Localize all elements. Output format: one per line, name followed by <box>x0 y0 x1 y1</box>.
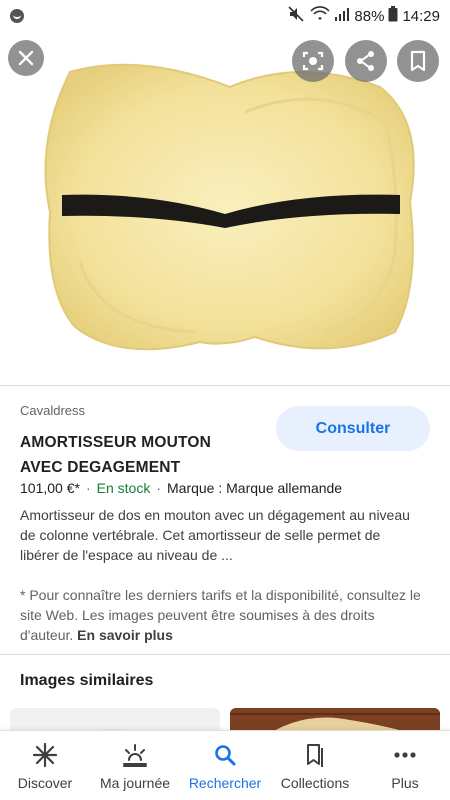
bottom-navigation: Discover Ma journée Rechercher Collectio… <box>0 730 450 800</box>
nav-collections[interactable]: Collections <box>270 731 360 800</box>
brand: Marque : Marque allemande <box>167 480 343 496</box>
source-name[interactable]: Cavaldress <box>20 403 85 418</box>
disclaimer: * Pour connaître les derniers tarifs et … <box>20 585 430 645</box>
nav-discover-label: Discover <box>17 775 73 791</box>
product-title-line1: AMORTISSEUR MOUTON <box>20 434 212 451</box>
bookmarks-icon <box>301 741 329 769</box>
asterisk-icon <box>31 741 59 769</box>
similar-images-title: Images similaires <box>20 672 154 689</box>
save-button[interactable] <box>397 40 439 82</box>
product-title-line2: AVEC DEGAGEMENT <box>20 459 181 476</box>
product-image <box>44 63 415 351</box>
nav-rechercher-label: Rechercher <box>188 775 262 791</box>
clock: 14:29 <box>402 7 440 25</box>
more-icon <box>391 741 419 769</box>
product-title[interactable]: AMORTISSEUR MOUTON AVEC DEGAGEMENT <box>20 430 270 480</box>
nav-plus[interactable]: Plus <box>360 731 450 800</box>
signal-icon <box>334 7 350 25</box>
nav-plus-label: Plus <box>391 775 419 791</box>
search-icon <box>211 741 239 769</box>
close-icon <box>18 50 34 66</box>
divider <box>0 654 450 655</box>
battery-percent: 88% <box>354 7 385 25</box>
app-notification-icon <box>10 9 24 23</box>
divider <box>0 385 450 386</box>
learn-more-link[interactable]: En savoir plus <box>77 627 173 643</box>
share-icon <box>357 51 374 71</box>
lens-button[interactable] <box>292 40 334 82</box>
lens-icon <box>302 51 324 71</box>
product-description: Amortisseur de dos en mouton avec un dég… <box>20 507 410 563</box>
nav-discover[interactable]: Discover <box>0 731 90 800</box>
sunrise-icon <box>121 741 149 769</box>
share-button[interactable] <box>345 40 387 82</box>
status-bar: 88% 14:29 <box>0 0 450 32</box>
nav-ma-journee-label: Ma journée <box>99 775 171 791</box>
bookmark-icon <box>410 50 426 72</box>
product-image-area[interactable] <box>0 32 450 382</box>
consult-button[interactable]: Consulter <box>276 406 430 451</box>
close-button[interactable] <box>8 40 44 76</box>
battery-icon <box>388 6 398 26</box>
nav-collections-label: Collections <box>280 775 350 791</box>
nav-rechercher[interactable]: Rechercher <box>180 731 270 800</box>
wifi-icon <box>310 6 331 26</box>
product-meta: 101,00 €* · En stock · Marque : Marque allem… <box>20 480 343 496</box>
price: 101,00 €* <box>20 480 80 496</box>
stock-status: En stock <box>96 480 151 496</box>
mute-icon <box>288 6 306 26</box>
nav-ma-journee[interactable]: Ma journée <box>90 731 180 800</box>
